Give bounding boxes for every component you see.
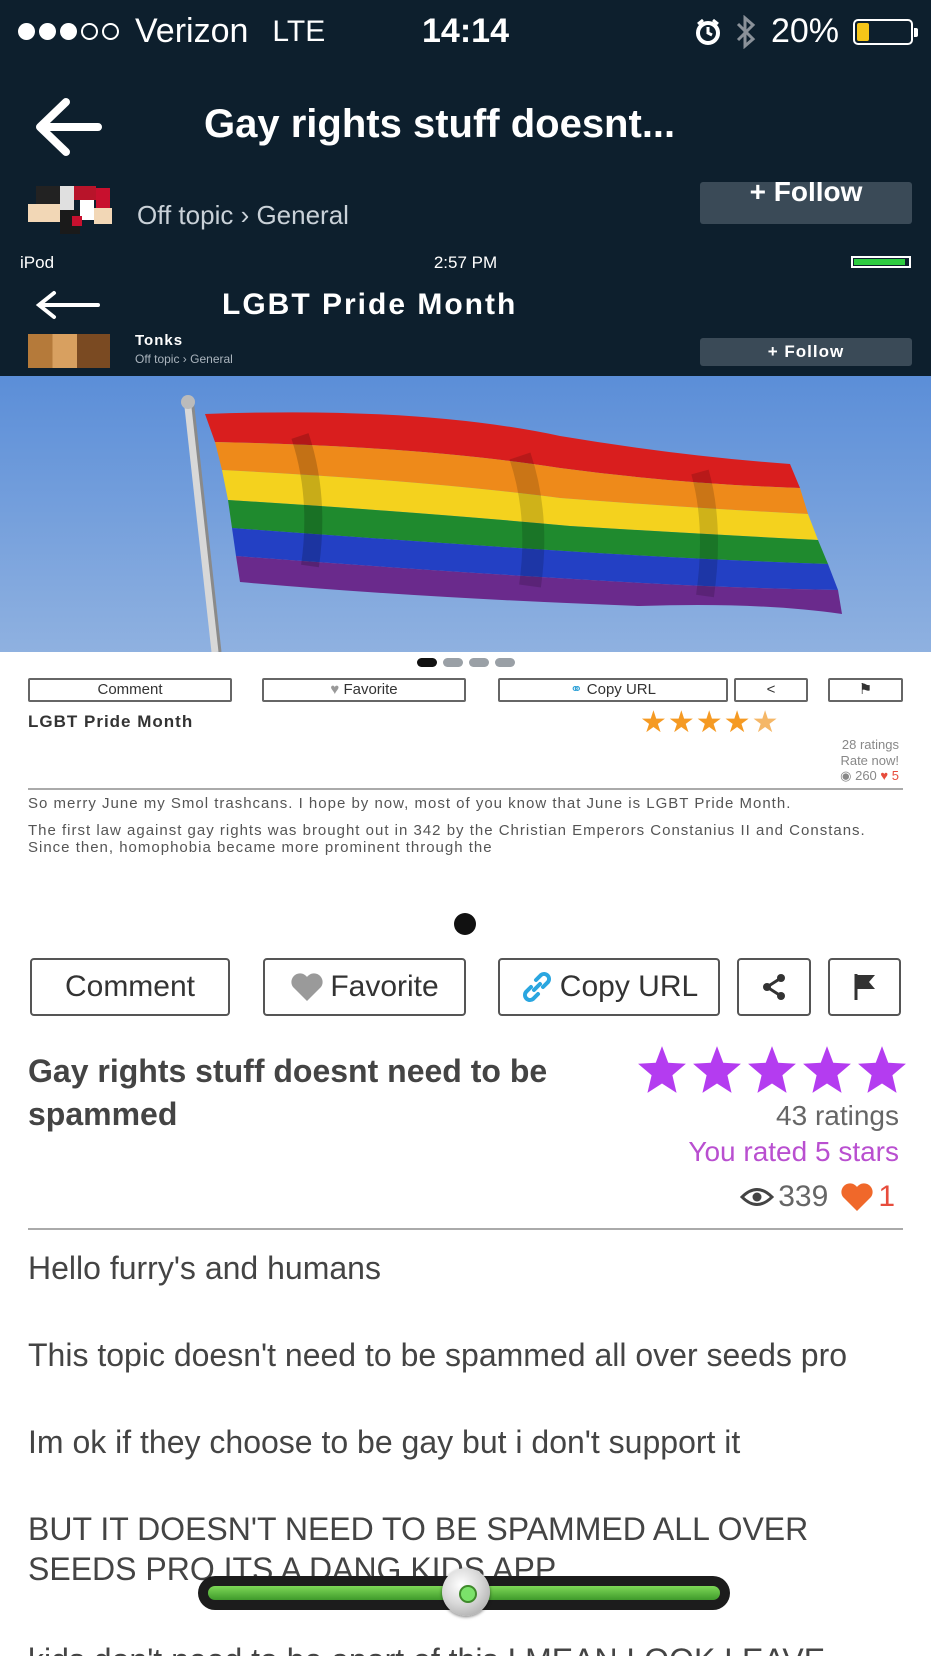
favorite-button[interactable]: Favorite (263, 958, 466, 1016)
star-icon[interactable] (801, 1044, 853, 1096)
avatar[interactable] (28, 186, 112, 234)
embedded-flag-button: ⚑ (828, 678, 903, 702)
like-count: 1 (878, 1180, 895, 1213)
star-rating[interactable] (636, 1044, 908, 1096)
embedded-post-title: LGBT Pride Month (28, 712, 194, 731)
alarm-icon (695, 18, 720, 45)
embedded-page-dots (0, 658, 931, 667)
page-indicator-dot (454, 913, 476, 935)
scrubber-knob[interactable] (442, 1568, 490, 1616)
pride-flag-photo (0, 376, 931, 652)
embedded-flag-icon: ⚑ (858, 681, 873, 698)
battery-percent: 20% (770, 12, 839, 50)
embedded-star-rating: ★★★★★ (640, 706, 780, 739)
embedded-back-arrow-icon (35, 291, 100, 319)
page-title: Gay rights stuff doesnt... (204, 102, 676, 146)
embedded-heart-icon: ♥ (330, 681, 344, 698)
embedded-stats: ◉ 260 ♥ 5 (840, 768, 899, 784)
divider (28, 1228, 903, 1230)
embedded-title: LGBT Pride Month (222, 288, 518, 321)
embedded-copy-url-button: ⚭ Copy URL (498, 678, 728, 702)
embedded-share-button: < (734, 678, 808, 702)
heart-icon (291, 973, 323, 1001)
star-icon[interactable] (856, 1044, 908, 1096)
embedded-paragraph: So merry June my Smol trashcans. I hope … (28, 795, 792, 812)
embedded-favorite-label: Favorite (343, 681, 398, 698)
comment-button[interactable]: Comment (30, 958, 230, 1016)
embedded-status-time: 2:57 PM (433, 253, 498, 272)
status-bar: Verizon LTE 14:14 20% (0, 0, 931, 64)
embedded-eye-icon: ◉ (840, 768, 852, 783)
partial-paragraph: kids don't need to be apart of this I ME… (28, 1640, 903, 1656)
breadcrumb[interactable]: Off topic › General (137, 200, 349, 231)
embedded-ratings-count: 28 ratings (841, 737, 899, 752)
heart-icon (841, 1183, 873, 1211)
back-arrow-icon[interactable] (32, 92, 104, 162)
view-count: 339 (778, 1180, 829, 1213)
embedded-paragraph: The first law against gay rights was bro… (28, 822, 866, 856)
battery-icon (853, 18, 918, 45)
embedded-views: 260 (855, 768, 877, 783)
embedded-copy-url-label: Copy URL (586, 681, 656, 698)
star-icon[interactable] (636, 1044, 688, 1096)
embedded-heart-count-icon: ♥ (880, 768, 889, 783)
ratings-count: 43 ratings (776, 1100, 899, 1131)
post-stats: 339 1 (740, 1180, 895, 1214)
embedded-divider (28, 788, 903, 790)
comment-label: Comment (64, 970, 196, 1003)
embedded-action-bar: Comment ♥ Favorite ⚭ Copy URL < ⚑ (28, 678, 903, 702)
embedded-favorite-button: ♥ Favorite (262, 678, 466, 702)
paragraph: Hello furry's and humans (28, 1250, 381, 1286)
star-icon[interactable] (691, 1044, 743, 1096)
embedded-link-icon: ⚭ (570, 681, 587, 698)
embedded-share-icon: < (766, 681, 776, 698)
share-button[interactable] (737, 958, 811, 1016)
embedded-comment-button: Comment (28, 678, 232, 702)
star-icon[interactable] (746, 1044, 798, 1096)
embedded-post-body: So merry June my Smol trashcans. I hope … (28, 795, 903, 895)
nav-bar: Gay rights stuff doesnt... Off topic › G… (0, 64, 931, 250)
share-icon (763, 974, 785, 1000)
embedded-status-bar: iPod 2:57 PM (0, 250, 931, 276)
embedded-likes: 5 (891, 768, 899, 783)
embedded-follow-button: + Follow (700, 338, 912, 366)
link-icon (522, 972, 551, 1002)
post-title: Gay rights stuff doesnt need to be spamm… (28, 1053, 548, 1132)
user-rating-label: You rated 5 stars (688, 1136, 899, 1167)
embedded-breadcrumb: Off topic › General (135, 352, 233, 366)
copy-url-button[interactable]: Copy URL (498, 958, 720, 1016)
embedded-screenshot: iPod 2:57 PM LGBT Pride Month Tonks Off … (0, 250, 931, 895)
paragraph: Im ok if they choose to be gay but i don… (28, 1424, 741, 1460)
report-flag-button[interactable] (828, 958, 901, 1016)
embedded-author: Tonks (135, 332, 184, 349)
flag-icon (854, 974, 875, 1000)
embedded-battery-icon (851, 256, 911, 268)
embedded-nav-bar: LGBT Pride Month Tonks Off topic › Gener… (0, 276, 931, 376)
embedded-avatar (28, 334, 110, 368)
bluetooth-icon (736, 14, 756, 49)
eye-icon (740, 1188, 775, 1206)
embedded-rate-now: Rate now! (840, 753, 899, 768)
paragraph: This topic doesn't need to be spammed al… (28, 1337, 848, 1373)
favorite-label: Favorite (330, 970, 439, 1003)
follow-button[interactable]: + Follow (700, 182, 912, 224)
copy-url-label: Copy URL (559, 970, 699, 1003)
